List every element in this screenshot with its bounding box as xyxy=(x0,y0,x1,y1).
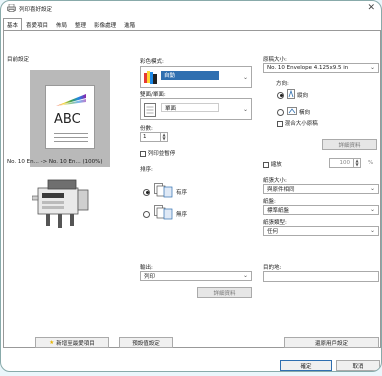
collated-label: 有序 xyxy=(176,190,188,196)
paper-type-label: 紙張類型: xyxy=(263,220,287,226)
duplex-value: 單面 xyxy=(161,103,219,112)
chevron-down-icon: ⌄ xyxy=(242,272,248,279)
landscape-page-icon xyxy=(287,107,297,117)
preview-line xyxy=(54,133,88,134)
window-title: 列印喜好設定 xyxy=(19,7,53,13)
collate-label: 排序: xyxy=(140,167,153,173)
original-size-label: 原稿大小: xyxy=(263,57,287,63)
copies-value: 1 xyxy=(143,134,147,140)
collated-radio[interactable] xyxy=(143,188,150,196)
destination-field[interactable] xyxy=(263,271,379,282)
chevron-down-icon: ⌄ xyxy=(369,64,375,71)
paper-size-select[interactable]: 與原件相同 ⌄ xyxy=(263,184,379,194)
paper-type-value: 任何 xyxy=(267,229,279,235)
copies-label: 份數: xyxy=(140,126,153,132)
stepper-arrows-icon[interactable]: ▲ ▼ xyxy=(160,133,167,141)
output-detail-button[interactable]: 詳細資料 xyxy=(197,287,252,298)
color-mode-icon xyxy=(144,71,158,85)
copies-stepper[interactable]: 1 ▲ ▼ xyxy=(140,132,168,142)
portrait-label: 縱向 xyxy=(297,93,309,99)
color-mode-select[interactable]: 自動 ⌄ xyxy=(140,66,252,88)
printer-illustration-icon xyxy=(31,174,92,230)
output-label: 輸出: xyxy=(140,265,153,271)
original-size-value: No. 10 Envelope 4.125x9.5 in xyxy=(267,65,349,71)
zoom-checkbox[interactable] xyxy=(263,161,269,168)
landscape-label: 橫向 xyxy=(299,110,311,116)
zoom-row[interactable]: 縮放 xyxy=(263,160,282,168)
duplex-label: 雙面/單面: xyxy=(140,92,166,98)
color-mode-label: 彩色模式: xyxy=(140,59,164,65)
single-sided-page-icon xyxy=(144,103,156,117)
original-size-detail-button[interactable]: 詳細資料 xyxy=(322,139,377,150)
orientation-portrait[interactable]: 縱向 xyxy=(277,89,308,101)
duplex-select[interactable]: 單面 ⌄ xyxy=(140,98,252,120)
current-settings-heading: 目前設定 xyxy=(7,57,30,63)
add-to-favorites-label: 新增至最愛項目 xyxy=(56,340,95,347)
zoom-value: 100 xyxy=(339,160,351,166)
output-value: 列印 xyxy=(144,274,156,280)
portrait-radio[interactable] xyxy=(277,91,284,99)
star-icon: ★ xyxy=(49,339,55,346)
zoom-unit: % xyxy=(368,160,374,166)
print-and-hold-label: 列印並暫停 xyxy=(147,151,176,157)
paper-size-value: 與原件相同 xyxy=(267,187,295,193)
portrait-page-icon xyxy=(287,89,295,101)
mixed-size-row[interactable]: 混合大小原稿 xyxy=(277,119,318,127)
chevron-down-icon: ⌄ xyxy=(242,106,248,113)
destination-label: 目的地: xyxy=(263,265,282,271)
output-select[interactable]: 列印 ⌄ xyxy=(140,271,252,281)
title-bar: 列印喜好設定 ✕ xyxy=(1,1,381,17)
mixed-size-checkbox[interactable] xyxy=(277,120,283,127)
paper-tray-label: 紙盤: xyxy=(263,199,276,205)
zoom-stepper[interactable]: 100 ▲ ▼ xyxy=(329,158,361,168)
print-preferences-window: 列印喜好設定 ✕ 基本 喜愛項目 佈局 整理 影像處理 進階 目前設定 ABC … xyxy=(0,0,382,372)
uncollated-stack-icon xyxy=(154,205,174,223)
paper-tray-value: 標準紙盤 xyxy=(267,208,290,214)
landscape-radio[interactable] xyxy=(277,108,284,116)
uncollated-radio[interactable] xyxy=(143,210,150,218)
cancel-button[interactable]: 取消 xyxy=(336,360,380,371)
chevron-down-icon: ⌄ xyxy=(369,227,375,234)
document-preview-page: ABC xyxy=(45,85,95,149)
orientation-landscape[interactable]: 橫向 xyxy=(277,107,310,117)
collate-option-collated[interactable]: 有序 xyxy=(143,183,187,201)
chevron-down-icon: ⌄ xyxy=(369,206,375,213)
collated-stack-icon xyxy=(154,183,174,201)
paper-type-select[interactable]: 任何 ⌄ xyxy=(263,226,379,236)
paper-size-label: 紙張大小: xyxy=(263,178,287,184)
preview-area: ABC xyxy=(30,70,110,167)
add-to-favorites-button[interactable]: ★ 新增至最愛項目 xyxy=(35,337,109,348)
chevron-down-icon: ⌄ xyxy=(369,185,375,192)
size-caption: No. 10 En... -> No. 10 En... (100%) xyxy=(7,159,103,165)
mixed-size-label: 混合大小原稿 xyxy=(284,121,318,127)
preview-line xyxy=(54,137,88,138)
preview-line xyxy=(54,141,88,142)
basic-tab-panel: 目前設定 ABC No. 10 En... -> No. 10 En... (1… xyxy=(3,30,381,348)
original-size-select[interactable]: No. 10 Envelope 4.125x9.5 in ⌄ xyxy=(263,63,379,73)
print-and-hold-checkbox[interactable] xyxy=(140,150,146,157)
preview-text: ABC xyxy=(54,112,81,127)
default-settings-button[interactable]: 預設值設定 xyxy=(119,337,173,348)
color-mode-value: 自動 xyxy=(161,71,219,80)
printer-icon xyxy=(7,3,16,14)
uncollated-label: 無序 xyxy=(176,212,188,218)
color-gradient-icon xyxy=(56,94,86,106)
zoom-label: 縮放 xyxy=(270,162,282,168)
stepper-arrows-icon[interactable]: ▲ ▼ xyxy=(353,159,360,167)
close-icon[interactable]: ✕ xyxy=(367,3,375,13)
chevron-down-icon: ⌄ xyxy=(242,74,248,81)
restore-user-settings-button[interactable]: 還原用戶設定 xyxy=(284,337,379,348)
ok-button[interactable]: 確定 xyxy=(280,360,332,371)
collate-option-uncollated[interactable]: 無序 xyxy=(143,205,187,223)
paper-tray-select[interactable]: 標準紙盤 ⌄ xyxy=(263,205,379,215)
orientation-label: 方向: xyxy=(276,81,289,87)
print-and-hold-row[interactable]: 列印並暫停 xyxy=(140,149,175,157)
